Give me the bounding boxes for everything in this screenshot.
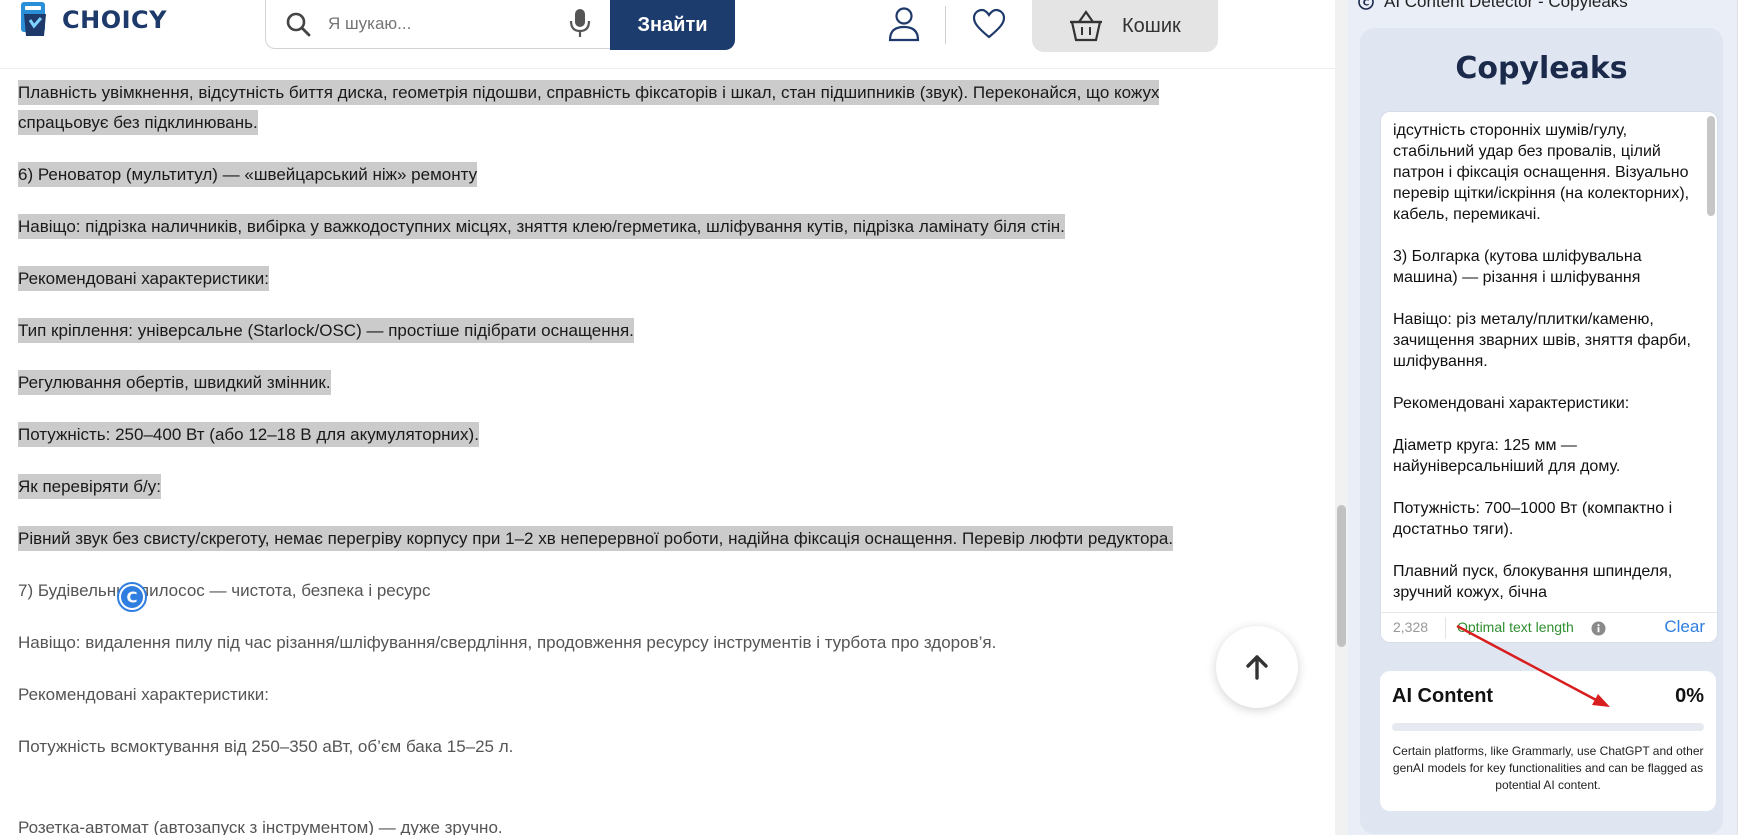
copyleaks-badge-icon[interactable]: C — [117, 582, 147, 612]
editor-text[interactable]: ідсутність сторонніх шумів/гулу, стабіль… — [1393, 120, 1693, 610]
highlighted-text: Плавність увімкнення, відсутність биття … — [18, 80, 1160, 135]
header-divider — [945, 6, 946, 44]
char-count: 2,328 — [1393, 619, 1429, 635]
highlighted-text: 6) Реноватор (мультитул) — «швейцарський… — [18, 162, 478, 187]
article-paragraph: Рекомендовані характеристики: — [18, 264, 1238, 294]
ai-content-bar — [1392, 723, 1704, 731]
copyleaks-card: Copyleaks ідсутність сторонніх шумів/гул… — [1360, 28, 1723, 834]
search-button[interactable]: Знайти — [610, 0, 735, 50]
paragraph-text: Потужність всмоктування від 250–350 аВт,… — [18, 737, 514, 756]
copyleaks-panel: C AI Content Detector - Copyleaks Copyle… — [1348, 0, 1750, 835]
main-page: CHOICY Знайти — [0, 0, 1348, 835]
length-status: Optimal text length — [1457, 619, 1574, 635]
panel-edge — [1737, 0, 1750, 835]
article-content: Плавність увімкнення, відсутність биття … — [18, 78, 1238, 784]
user-icon[interactable] — [887, 6, 921, 42]
logo-text: CHOICY — [62, 6, 168, 34]
search-box — [265, 0, 612, 49]
editor-scrollbar-thumb[interactable] — [1707, 116, 1715, 216]
article-paragraph: Потужність: 250–400 Вт (або 12–18 В для … — [18, 420, 1238, 450]
cart-label: Кошик — [1122, 14, 1181, 37]
article-paragraph: Плавність увімкнення, відсутність биття … — [18, 78, 1238, 138]
panel-title-bar: C AI Content Detector - Copyleaks — [1358, 0, 1628, 14]
highlighted-text: Потужність: 250–400 Вт (або 12–18 В для … — [18, 422, 479, 447]
paragraph-text: Навіщо: видалення пилу під час різання/ш… — [18, 633, 997, 652]
ai-content-title: AI Content — [1392, 685, 1494, 707]
highlighted-text: Регулювання обертів, швидкий змінник. — [18, 370, 331, 395]
article-paragraph: Навіщо: видалення пилу під час різання/ш… — [18, 628, 1238, 658]
panel-title: AI Content Detector - Copyleaks — [1384, 0, 1628, 11]
article-paragraph: Регулювання обертів, швидкий змінник. — [18, 368, 1238, 398]
copyleaks-small-icon: C — [1358, 0, 1374, 10]
article-cut-line: Розетка-автомат (автозапуск з інструмент… — [18, 818, 503, 835]
copyleaks-logo-text: Copyleaks — [1455, 50, 1628, 86]
page-scrollbar-thumb[interactable] — [1337, 505, 1346, 647]
highlighted-text: Рівний звук без свисту/скреготу, немає п… — [18, 526, 1174, 551]
cart-button[interactable]: Кошик — [1032, 0, 1218, 52]
highlighted-text: Навіщо: підрізка наличників, вибірка у в… — [18, 214, 1065, 239]
ai-content-note: Certain platforms, like Grammarly, use C… — [1392, 744, 1704, 792]
paragraph-text: 7) Будівельний пилосос — чистота, безпек… — [18, 581, 431, 600]
article-paragraph: 7) Будівельний пилосос — чистота, безпек… — [18, 576, 1238, 606]
article-paragraph: Рівний звук без свисту/скреготу, немає п… — [18, 524, 1238, 554]
page-scrollbar[interactable] — [1335, 0, 1348, 835]
highlighted-text: Як перевіряти б/у: — [18, 474, 161, 499]
scroll-to-top-button[interactable] — [1216, 626, 1298, 708]
article-paragraph: Навіщо: підрізка наличників, вибірка у в… — [18, 212, 1238, 242]
text-editor[interactable]: ідсутність сторонніх шумів/гулу, стабіль… — [1380, 111, 1718, 643]
clear-button[interactable]: Clear — [1664, 617, 1705, 637]
footer-divider — [1445, 617, 1446, 639]
info-icon[interactable] — [1591, 621, 1606, 636]
copyleaks-logo: Copyleaks — [1360, 28, 1723, 108]
cart-icon — [1070, 10, 1102, 42]
arrow-up-icon — [1246, 655, 1268, 680]
svg-text:C: C — [1363, 0, 1370, 9]
article-paragraph: Потужність всмоктування від 250–350 аВт,… — [18, 732, 1238, 762]
editor-scrollbar[interactable] — [1707, 116, 1715, 561]
site-header: CHOICY Знайти — [0, 0, 1335, 69]
site-logo[interactable]: CHOICY — [18, 0, 167, 40]
svg-text:C: C — [126, 589, 137, 607]
ai-content-percent: 0% — [1675, 685, 1704, 707]
article-paragraph: Тип кріплення: універсальне (Starlock/OS… — [18, 316, 1238, 346]
article-paragraph: Як перевіряти б/у: — [18, 472, 1238, 502]
highlighted-text: Рекомендовані характеристики: — [18, 266, 269, 291]
highlighted-text: Тип кріплення: універсальне (Starlock/OS… — [18, 318, 634, 343]
editor-footer: 2,328 Optimal text length Clear — [1381, 612, 1717, 642]
heart-icon[interactable] — [972, 8, 1006, 40]
article-paragraph: 6) Реноватор (мультитул) — «швейцарський… — [18, 160, 1238, 190]
mic-icon[interactable] — [568, 7, 592, 39]
ai-content-card: AI Content 0% Certain platforms, like Gr… — [1380, 671, 1716, 811]
logo-mark-icon — [21, 2, 46, 36]
paragraph-text: Рекомендовані характеристики: — [18, 685, 269, 704]
search-icon[interactable] — [284, 10, 312, 38]
article-paragraph: Рекомендовані характеристики: — [18, 680, 1238, 710]
search-input[interactable] — [326, 8, 550, 40]
